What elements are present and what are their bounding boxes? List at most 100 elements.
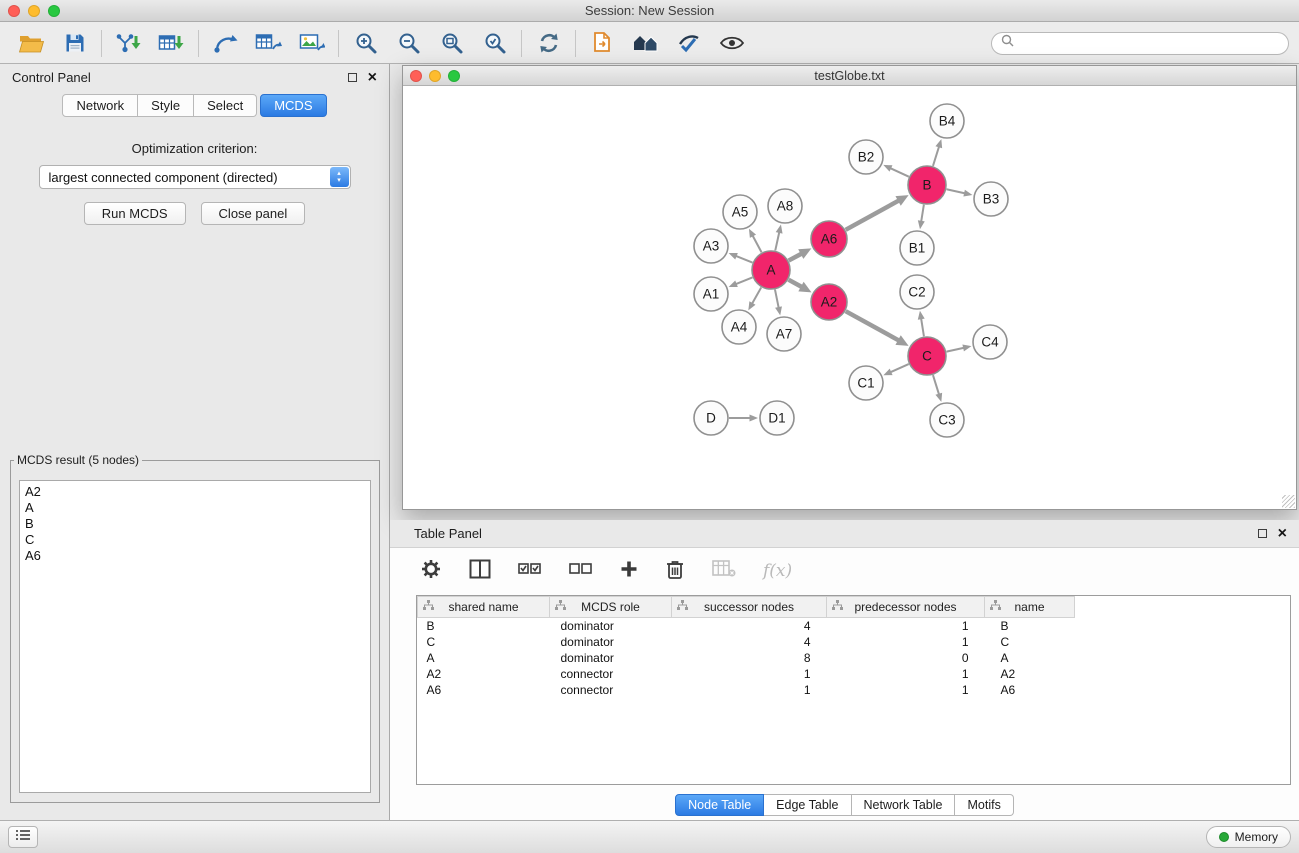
visual-style-button[interactable] [667,26,710,60]
tab-node-table[interactable]: Node Table [675,794,764,816]
network-edge[interactable] [789,248,812,260]
tab-network-table[interactable]: Network Table [852,794,956,816]
network-node[interactable]: B1 [900,231,934,265]
add-column-button[interactable] [620,560,638,583]
zoom-selected-button[interactable] [473,26,516,60]
close-panel-icon[interactable]: × [368,70,377,86]
memory-button[interactable]: Memory [1206,826,1291,848]
show-columns-button[interactable] [469,559,491,584]
network-edge[interactable] [748,287,761,310]
network-edge[interactable] [883,165,909,177]
tab-select[interactable]: Select [194,94,257,117]
network-node[interactable]: D1 [760,401,794,435]
network-edge[interactable] [729,277,753,287]
network-graph[interactable]: B4B2BB3A8A5A6A3B1AC2A1A2A4A7C4CC1C3DD1 [403,86,1296,509]
network-zoom-button[interactable] [448,70,460,82]
float-panel-icon[interactable] [348,73,357,82]
network-node[interactable]: B4 [930,104,964,138]
network-edge[interactable] [883,364,908,375]
network-document-button[interactable] [581,26,624,60]
network-edge[interactable] [933,139,942,166]
mcds-result-item[interactable]: A6 [25,548,365,564]
export-table-button[interactable] [247,26,290,60]
mcds-result-list[interactable]: A2ABCA6 [19,480,371,793]
delete-column-button[interactable] [665,558,685,585]
network-node[interactable]: A6 [811,221,847,257]
network-node[interactable]: B [908,166,946,204]
zoom-window-button[interactable] [48,5,60,17]
network-edge[interactable] [749,229,762,253]
column-header-shared-name[interactable]: shared name [418,597,550,618]
network-edge[interactable] [918,205,925,229]
tab-style[interactable]: Style [138,94,194,117]
tab-mcds[interactable]: MCDS [260,94,326,117]
network-node[interactable]: A2 [811,284,847,320]
close-window-button[interactable] [8,5,20,17]
import-network-button[interactable] [107,26,150,60]
network-node[interactable]: C2 [900,275,934,309]
minimize-window-button[interactable] [28,5,40,17]
delete-table-button[interactable] [712,560,736,583]
close-panel-button[interactable]: Close panel [201,202,306,225]
mcds-result-item[interactable]: A [25,500,365,516]
zoom-out-button[interactable] [387,26,430,60]
table-settings-button[interactable] [420,558,442,585]
network-node[interactable]: A8 [768,189,802,223]
column-header-mcds-role[interactable]: MCDS role [550,597,672,618]
table-row[interactable]: Bdominator41B [418,618,1075,634]
float-table-panel-icon[interactable] [1258,529,1267,538]
open-session-button[interactable] [10,26,53,60]
run-mcds-button[interactable]: Run MCDS [84,202,186,225]
network-node[interactable]: C1 [849,366,883,400]
network-edge[interactable] [775,225,782,251]
close-table-panel-icon[interactable]: × [1278,526,1287,542]
network-edge[interactable] [947,345,972,352]
network-edge[interactable] [918,311,925,336]
network-node[interactable]: A4 [722,310,756,344]
criterion-select[interactable]: largest connected component (directed) ▴… [39,165,351,189]
table-row[interactable]: A6connector11A6 [418,682,1075,698]
export-network-button[interactable] [204,26,247,60]
network-edge[interactable] [846,195,909,230]
deselect-all-button[interactable] [569,562,593,581]
zoom-fit-button[interactable] [430,26,473,60]
tab-motifs[interactable]: Motifs [955,794,1013,816]
resize-grip[interactable] [1282,495,1295,508]
network-node[interactable]: A5 [723,195,757,229]
column-header-predecessor-nodes[interactable]: predecessor nodes [827,597,985,618]
network-edge[interactable] [775,290,782,316]
import-table-button[interactable] [150,26,193,60]
network-node[interactable]: A7 [767,317,801,351]
network-node[interactable]: B2 [849,140,883,174]
apply-layout-button[interactable] [527,26,570,60]
network-close-button[interactable] [410,70,422,82]
tab-network[interactable]: Network [62,94,138,117]
column-header-name[interactable]: name [985,597,1075,618]
network-node[interactable]: B3 [974,182,1008,216]
network-edge[interactable] [789,280,812,293]
network-edge[interactable] [846,311,909,346]
search-input[interactable] [1019,36,1279,50]
network-canvas[interactable]: B4B2BB3A8A5A6A3B1AC2A1A2A4A7C4CC1C3DD1 [403,86,1296,509]
network-node[interactable]: C3 [930,403,964,437]
network-node[interactable]: A1 [694,277,728,311]
show-hide-button[interactable] [710,26,753,60]
network-node[interactable]: C [908,337,946,375]
table-row[interactable]: Cdominator41C [418,634,1075,650]
mcds-result-item[interactable]: C [25,532,365,548]
home-button[interactable] [624,26,667,60]
table-row[interactable]: Adominator80A [418,650,1075,666]
network-minimize-button[interactable] [429,70,441,82]
mcds-result-item[interactable]: A2 [25,484,365,500]
zoom-in-button[interactable] [344,26,387,60]
export-image-button[interactable] [290,26,333,60]
select-all-button[interactable] [518,562,542,581]
network-edge[interactable] [729,415,758,422]
mcds-result-item[interactable]: B [25,516,365,532]
network-node[interactable]: A [752,251,790,289]
network-edge[interactable] [933,375,942,402]
tab-edge-table[interactable]: Edge Table [764,794,851,816]
network-edge[interactable] [947,189,973,196]
network-edge[interactable] [729,253,753,263]
network-node[interactable]: C4 [973,325,1007,359]
